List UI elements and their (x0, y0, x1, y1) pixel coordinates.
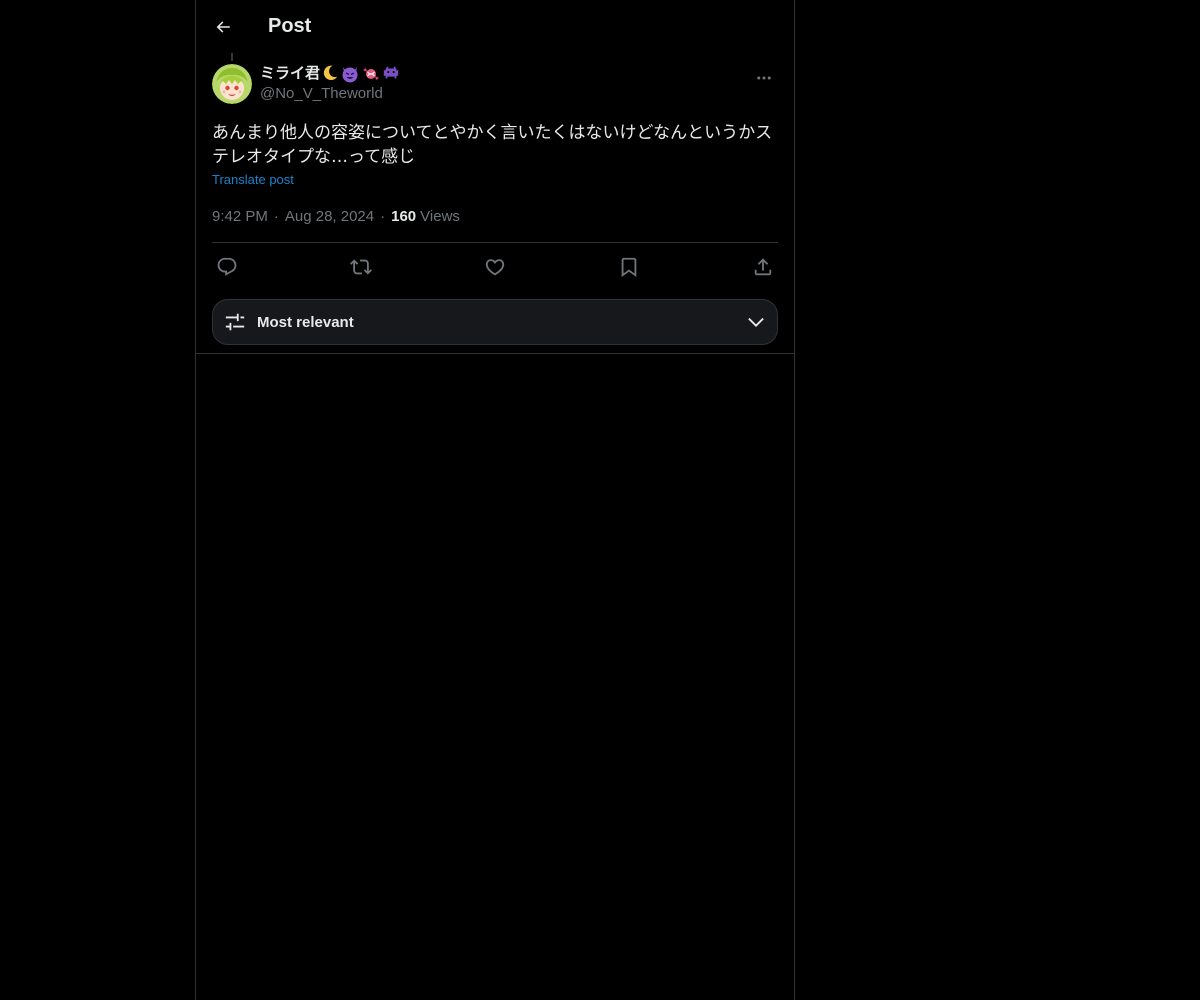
views-count: 160 (391, 207, 417, 225)
author-display-name[interactable]: ミライ君 (260, 64, 400, 84)
sliders-icon (225, 313, 245, 331)
chevron-down-icon (745, 311, 767, 333)
author-info: ミライ君 @No_V_Theworld (260, 64, 400, 104)
arrow-left-icon (216, 20, 230, 33)
author-name-text: ミライ君 (260, 65, 321, 82)
thread-line (231, 53, 233, 61)
more-options-button[interactable] (750, 64, 778, 92)
section-divider (196, 353, 794, 354)
like-icon (485, 258, 505, 275)
action-bar (212, 243, 778, 290)
space-invader-icon (383, 66, 399, 79)
meta-separator: · (273, 207, 279, 225)
crescent-moon-icon (323, 65, 338, 81)
page-title: Post (268, 15, 312, 37)
bookmark-button[interactable] (618, 256, 640, 278)
meta-separator: · (380, 207, 386, 225)
post-time[interactable]: 9:42 PM (212, 208, 268, 225)
candy-icon (363, 68, 380, 80)
reply-button[interactable] (216, 256, 238, 278)
sort-replies-dropdown[interactable]: Most relevant (212, 299, 778, 345)
top-bar: Post (196, 0, 794, 53)
like-button[interactable] (484, 256, 506, 278)
name-emoji-group (321, 64, 400, 84)
views-label: Views (420, 207, 460, 225)
sort-label: Most relevant (257, 313, 354, 331)
more-icon (757, 76, 771, 80)
translate-post-link[interactable]: Translate post (212, 172, 294, 187)
avatar-image (212, 64, 252, 104)
smiling-devil-icon (342, 67, 358, 83)
post-text: あんまり他人の容姿についてとやかく言いたくはないけどなんというかステレオタイプな… (212, 123, 773, 167)
avatar[interactable] (212, 64, 252, 104)
post: ミライ君 @No_V_Theworld あんまり他人の容姿についてとやかく言いた… (196, 53, 794, 354)
main-column: Post ミライ君 @No_V_Theworld あんまり他人の容姿についてとや… (195, 0, 795, 1000)
post-meta: 9:42 PM · Aug 28, 2024 · 160 Views (212, 206, 778, 226)
bookmark-icon (621, 257, 637, 277)
share-button[interactable] (752, 256, 774, 278)
author-row: ミライ君 @No_V_Theworld (212, 53, 778, 104)
repost-icon (350, 259, 372, 274)
author-handle[interactable]: @No_V_Theworld (260, 84, 400, 104)
share-icon (754, 257, 772, 275)
reply-icon (217, 257, 237, 276)
post-date[interactable]: Aug 28, 2024 (285, 208, 374, 225)
repost-button[interactable] (350, 256, 372, 278)
back-button[interactable] (212, 16, 234, 38)
